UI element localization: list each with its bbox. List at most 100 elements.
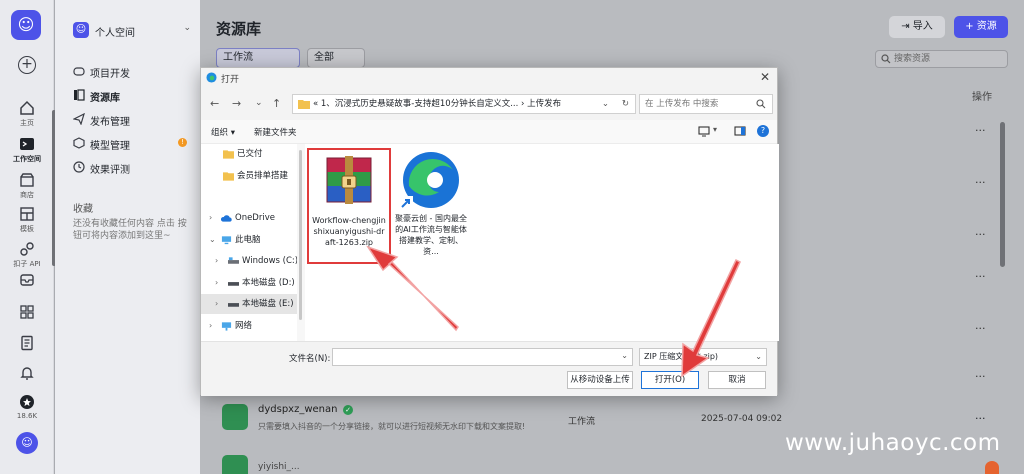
chevron-right-icon[interactable]: ›	[215, 251, 218, 271]
cancel-button[interactable]: 取消	[708, 371, 766, 389]
user-avatar[interactable]: ☺	[16, 432, 38, 454]
chevron-down-icon: ⌄	[755, 352, 762, 361]
nav-label: 资源库	[90, 93, 120, 104]
import-label: 导入	[912, 21, 933, 32]
chevron-down-icon[interactable]: ⌄	[209, 230, 216, 250]
rail-item-store[interactable]: 商店	[0, 172, 54, 200]
row-more-button[interactable]: ···	[975, 412, 986, 425]
open-button[interactable]: 打开(O)	[641, 371, 699, 389]
close-icon[interactable]: ✕	[760, 70, 770, 84]
space-switcher[interactable]: ☺ 个人空间 ⌄	[73, 20, 191, 42]
rail-item-notifications[interactable]	[0, 365, 54, 381]
type-filter-select[interactable]: 工作流	[216, 48, 300, 68]
help-icon[interactable]: ?	[757, 125, 769, 137]
pc-icon	[221, 236, 232, 245]
file-name: Workflow-chengjinshixuanyigushi-draft-12…	[312, 216, 386, 247]
tree-item[interactable]: ⌄ 此电脑	[201, 230, 297, 250]
scroll-thumb[interactable]	[299, 150, 302, 320]
chevron-down-icon[interactable]: ▾	[713, 125, 717, 134]
content-scrollbar[interactable]	[1000, 122, 1005, 267]
up-arrow-icon[interactable]: ↑	[272, 97, 281, 110]
nav-item-evaluation[interactable]: 效果评测	[73, 158, 191, 178]
chevron-right-icon[interactable]: ›	[215, 273, 218, 293]
dialog-search-input[interactable]: 在 上传发布 中搜索	[639, 94, 773, 114]
tree-item[interactable]: › OneDrive	[201, 208, 297, 228]
chevron-right-icon[interactable]: ›	[209, 316, 212, 336]
rail-item-apps[interactable]	[0, 304, 54, 320]
rail-item-api[interactable]: 扣子 API	[0, 241, 54, 269]
rail-item-home[interactable]: 主页	[0, 100, 54, 128]
tree-item[interactable]: › 本地磁盘 (D:)	[201, 273, 297, 293]
refresh-icon[interactable]: ↻	[622, 95, 629, 113]
bell-icon	[20, 367, 34, 380]
star-badge-icon	[20, 395, 34, 409]
edge-icon	[206, 72, 217, 83]
tree-item[interactable]: 会员排单搭建	[201, 166, 297, 186]
forward-arrow-icon[interactable]: →	[232, 97, 241, 110]
nav-label: 效果评测	[90, 165, 130, 176]
nav-label: 发布管理	[90, 117, 130, 128]
view-options-icon[interactable]	[698, 125, 710, 137]
row-more-button[interactable]: ···	[975, 228, 986, 241]
recent-chevron-icon[interactable]: ⌄	[255, 98, 263, 108]
rail-item-template[interactable]: 模板	[0, 206, 54, 234]
create-plus-icon[interactable]: +	[18, 56, 36, 74]
new-folder-button[interactable]: 新建文件夹	[254, 126, 297, 138]
filetype-value: ZIP 压缩文件 (*.zip)	[644, 352, 719, 361]
address-bar[interactable]: « 1、沉浸式历史悬疑故事-支持超10分钟长自定义文... › 上传发布 ⌄ ↻	[292, 94, 636, 114]
watermark-text: www.juhaoyc.com	[785, 430, 1001, 456]
dialog-titlebar: 打开 ✕	[201, 68, 777, 88]
icon-rail: ☺ + 主页 工作空间 商店 模板 扣子 API 18.6K ☺	[0, 0, 56, 474]
rail-item-workspace[interactable]: 工作空间	[0, 136, 54, 164]
rail-label: 模板	[20, 225, 34, 233]
chevron-right-icon[interactable]: ›	[209, 208, 212, 228]
filetype-select[interactable]: ZIP 压缩文件 (*.zip) ⌄	[639, 348, 767, 366]
nav-item-projects[interactable]: 项目开发	[73, 62, 191, 82]
tree-label: 本地磁盘 (E:)	[242, 299, 294, 309]
file-item-selected[interactable]: Workflow-chengjinshixuanyigushi-draft-12…	[307, 148, 391, 264]
send-icon	[73, 113, 85, 125]
coze-logo-icon[interactable]: ☺	[11, 10, 41, 40]
back-arrow-icon[interactable]: ←	[210, 97, 219, 110]
published-check-icon: ✓	[343, 405, 353, 415]
tree-item[interactable]: › 网络	[201, 316, 297, 336]
dialog-toolbar: 组织 ▾ 新建文件夹 ▾ ?	[201, 120, 777, 144]
chevron-right-icon[interactable]: ›	[215, 294, 218, 314]
nav-item-library[interactable]: 资源库	[73, 86, 191, 106]
preview-pane-icon[interactable]	[734, 125, 746, 137]
alert-badge: !	[178, 138, 187, 147]
type-filter-value: 工作流	[223, 52, 253, 63]
resource-name: yiyishi_...	[258, 462, 300, 472]
rail-label: 扣子 API	[13, 260, 41, 268]
resource-search-input[interactable]: 搜索资源	[875, 50, 1008, 68]
drive-icon	[228, 257, 239, 264]
chevron-down-icon[interactable]: ⌄	[602, 95, 609, 113]
row-more-button[interactable]: ···	[975, 370, 986, 383]
upload-from-mobile-button[interactable]: 从移动设备上传	[567, 371, 633, 389]
scope-filter-select[interactable]: 全部	[307, 48, 365, 68]
watermark-logo-icon	[985, 461, 999, 474]
import-button[interactable]: ⇥ 导入	[889, 16, 945, 38]
space-name: 个人空间	[95, 28, 135, 39]
filename-input[interactable]: ⌄	[332, 348, 633, 366]
file-item[interactable]: 聚豪云创 - 国内最全的AI工作流与智能体搭建教学、定制、资...	[395, 148, 467, 264]
nav-item-publish[interactable]: 发布管理	[73, 110, 191, 130]
rail-item-inbox[interactable]	[0, 272, 54, 288]
apps-grid-icon	[20, 305, 34, 319]
rail-item-points[interactable]: 18.6K	[0, 394, 54, 420]
tree-scrollbar[interactable]	[297, 144, 305, 341]
dialog-search-placeholder: 在 上传发布 中搜索	[645, 99, 719, 109]
row-more-button[interactable]: ···	[975, 322, 986, 335]
organize-menu[interactable]: 组织 ▾	[211, 126, 235, 138]
tree-item[interactable]: › Windows (C:)	[201, 251, 298, 271]
row-more-button[interactable]: ···	[975, 270, 986, 283]
tree-item-selected[interactable]: › 本地磁盘 (E:)	[201, 294, 297, 314]
chevron-down-icon[interactable]: ⌄	[621, 351, 628, 360]
rail-item-docs[interactable]	[0, 335, 54, 351]
add-resource-button[interactable]: + 资源	[954, 16, 1008, 38]
row-more-button[interactable]: ···	[975, 176, 986, 189]
tree-label: 已交付	[237, 149, 263, 159]
nav-item-models[interactable]: 模型管理 !	[73, 134, 191, 154]
row-more-button[interactable]: ···	[975, 124, 986, 137]
tree-item[interactable]: 已交付	[201, 144, 297, 164]
